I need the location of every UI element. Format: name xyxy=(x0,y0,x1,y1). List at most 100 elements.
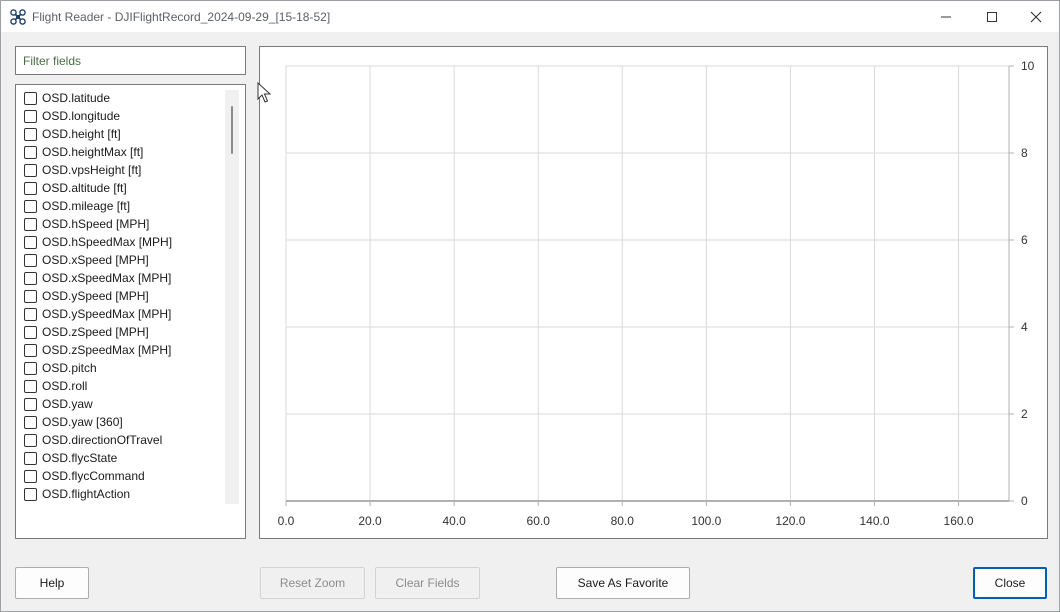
field-checkbox[interactable] xyxy=(24,145,37,159)
field-checkbox[interactable] xyxy=(24,91,37,105)
field-item[interactable]: OSD.zSpeed [MPH] xyxy=(24,323,149,341)
field-label: OSD.hSpeedMax [MPH] xyxy=(42,235,173,249)
field-checkbox[interactable] xyxy=(24,253,37,267)
reset-zoom-button[interactable]: Reset Zoom xyxy=(260,567,365,599)
field-checkbox[interactable] xyxy=(24,487,37,501)
field-checkbox[interactable] xyxy=(24,433,37,447)
field-checkbox[interactable] xyxy=(24,109,37,123)
field-checkbox[interactable] xyxy=(24,397,37,411)
filter-fields-input[interactable] xyxy=(15,46,246,75)
field-item[interactable]: OSD.hSpeedMax [MPH] xyxy=(24,233,172,251)
bottom-bar xyxy=(1,553,1059,611)
y-tick-label: 2 xyxy=(1021,407,1028,421)
save-as-favorite-button[interactable]: Save As Favorite xyxy=(556,567,690,599)
field-label: OSD.zSpeedMax [MPH] xyxy=(42,343,172,357)
close-button[interactable]: Close xyxy=(973,567,1047,599)
field-label: OSD.heightMax [ft] xyxy=(42,145,144,159)
y-tick-label: 10 xyxy=(1021,59,1035,73)
help-button[interactable]: Help xyxy=(15,567,89,599)
field-label: OSD.flycState xyxy=(42,451,118,465)
x-tick-label: 20.0 xyxy=(358,514,382,528)
field-checkbox[interactable] xyxy=(24,415,37,429)
field-label: OSD.xSpeed [MPH] xyxy=(42,253,149,267)
field-item[interactable]: OSD.flycCommand xyxy=(24,467,145,485)
field-item[interactable]: OSD.xSpeed [MPH] xyxy=(24,251,149,269)
field-item[interactable]: OSD.altitude [ft] xyxy=(24,179,127,197)
field-checkbox[interactable] xyxy=(24,307,37,321)
field-list-scrollbar[interactable] xyxy=(225,90,239,504)
field-label: OSD.ySpeedMax [MPH] xyxy=(42,307,172,321)
field-checkbox[interactable] xyxy=(24,451,37,465)
chart-panel[interactable]: 0.0 20.0 40.0 60.0 80.0 100.0 120.0 140.0 160.0 0… xyxy=(259,46,1048,539)
y-tick-label: 8 xyxy=(1021,146,1028,160)
field-item[interactable]: OSD.longitude xyxy=(24,107,120,125)
field-item[interactable]: OSD.roll xyxy=(24,377,87,395)
field-checkbox[interactable] xyxy=(24,289,37,303)
scrollbar-thumb[interactable] xyxy=(231,106,233,154)
field-label: OSD.roll xyxy=(42,379,88,393)
field-item[interactable]: OSD.yaw [360] xyxy=(24,413,123,431)
field-label: OSD.xSpeedMax [MPH] xyxy=(42,271,172,285)
field-item[interactable]: OSD.directionOfTravel xyxy=(24,431,162,449)
flight-reader-window: Flight Reader - DJIFlightRecord_2024-09-… xyxy=(0,0,1060,612)
field-item[interactable]: OSD.latitude xyxy=(24,89,110,107)
minimize-button[interactable] xyxy=(923,1,969,32)
field-item[interactable]: OSD.hSpeed [MPH] xyxy=(24,215,149,233)
close-window-button[interactable] xyxy=(1013,1,1059,32)
field-checkbox[interactable] xyxy=(24,361,37,375)
field-checkbox[interactable] xyxy=(24,325,37,339)
field-item[interactable]: OSD.height [ft] xyxy=(24,125,121,143)
field-label: OSD.pitch xyxy=(42,361,97,375)
y-tick-label: 6 xyxy=(1021,233,1028,247)
field-label: OSD.ySpeed [MPH] xyxy=(42,289,149,303)
field-label: OSD.yaw xyxy=(42,397,93,411)
y-tick-label: 0 xyxy=(1021,494,1028,508)
x-tick-label: 120.0 xyxy=(775,514,805,528)
field-checkbox[interactable] xyxy=(24,181,37,195)
field-label: OSD.directionOfTravel xyxy=(42,433,163,447)
field-item[interactable]: OSD.heightMax [ft] xyxy=(24,143,143,161)
field-checkbox[interactable] xyxy=(24,235,37,249)
field-item[interactable]: OSD.ySpeedMax [MPH] xyxy=(24,305,171,323)
field-checkbox[interactable] xyxy=(24,217,37,231)
field-label: OSD.flightAction xyxy=(42,487,131,501)
field-checkbox[interactable] xyxy=(24,343,37,357)
x-tick-label: 80.0 xyxy=(611,514,635,528)
y-tick-label: 4 xyxy=(1021,320,1028,334)
field-checkbox[interactable] xyxy=(24,379,37,393)
field-item[interactable]: OSD.pitch xyxy=(24,359,97,377)
maximize-button[interactable] xyxy=(969,1,1015,32)
field-label: OSD.mileage [ft] xyxy=(42,199,131,213)
field-item[interactable]: OSD.zSpeedMax [MPH] xyxy=(24,341,171,359)
x-tick-label: 40.0 xyxy=(442,514,466,528)
field-item[interactable]: OSD.ySpeed [MPH] xyxy=(24,287,149,305)
field-label: OSD.longitude xyxy=(42,109,121,123)
minimize-icon xyxy=(941,16,951,17)
plot-area xyxy=(285,65,1010,502)
field-item[interactable]: OSD.vpsHeight [ft] xyxy=(24,161,141,179)
field-item[interactable]: OSD.flycState xyxy=(24,449,117,467)
field-checkbox[interactable] xyxy=(24,199,37,213)
x-tick-label: 160.0 xyxy=(944,514,974,528)
field-checkbox[interactable] xyxy=(24,163,37,177)
field-label: OSD.height [ft] xyxy=(42,127,121,141)
field-item[interactable]: OSD.yaw xyxy=(24,395,93,413)
window-title: Flight Reader - DJIFlightRecord_2024-09-… xyxy=(32,10,331,24)
field-label: OSD.zSpeed [MPH] xyxy=(42,325,149,339)
field-label: OSD.flycCommand xyxy=(42,469,145,483)
field-checkbox[interactable] xyxy=(24,469,37,483)
field-checkbox[interactable] xyxy=(24,127,37,141)
chart[interactable]: 0.0 20.0 40.0 60.0 80.0 100.0 120.0 140.0 160.0 0… xyxy=(260,47,1047,538)
x-tick-label: 60.0 xyxy=(527,514,551,528)
clear-fields-button[interactable]: Clear Fields xyxy=(375,567,480,599)
field-item[interactable]: OSD.xSpeedMax [MPH] xyxy=(24,269,171,287)
field-label: OSD.hSpeed [MPH] xyxy=(42,217,150,231)
field-label: OSD.vpsHeight [ft] xyxy=(42,163,142,177)
field-item[interactable]: OSD.flightAction xyxy=(24,485,130,503)
x-tick-label: 0.0 xyxy=(278,514,295,528)
title-bar[interactable]: Flight Reader - DJIFlightRecord_2024-09-… xyxy=(1,1,1059,32)
field-checkbox[interactable] xyxy=(24,271,37,285)
x-tick-label: 140.0 xyxy=(859,514,889,528)
mouse-cursor-icon xyxy=(257,82,271,103)
field-item[interactable]: OSD.mileage [ft] xyxy=(24,197,130,215)
